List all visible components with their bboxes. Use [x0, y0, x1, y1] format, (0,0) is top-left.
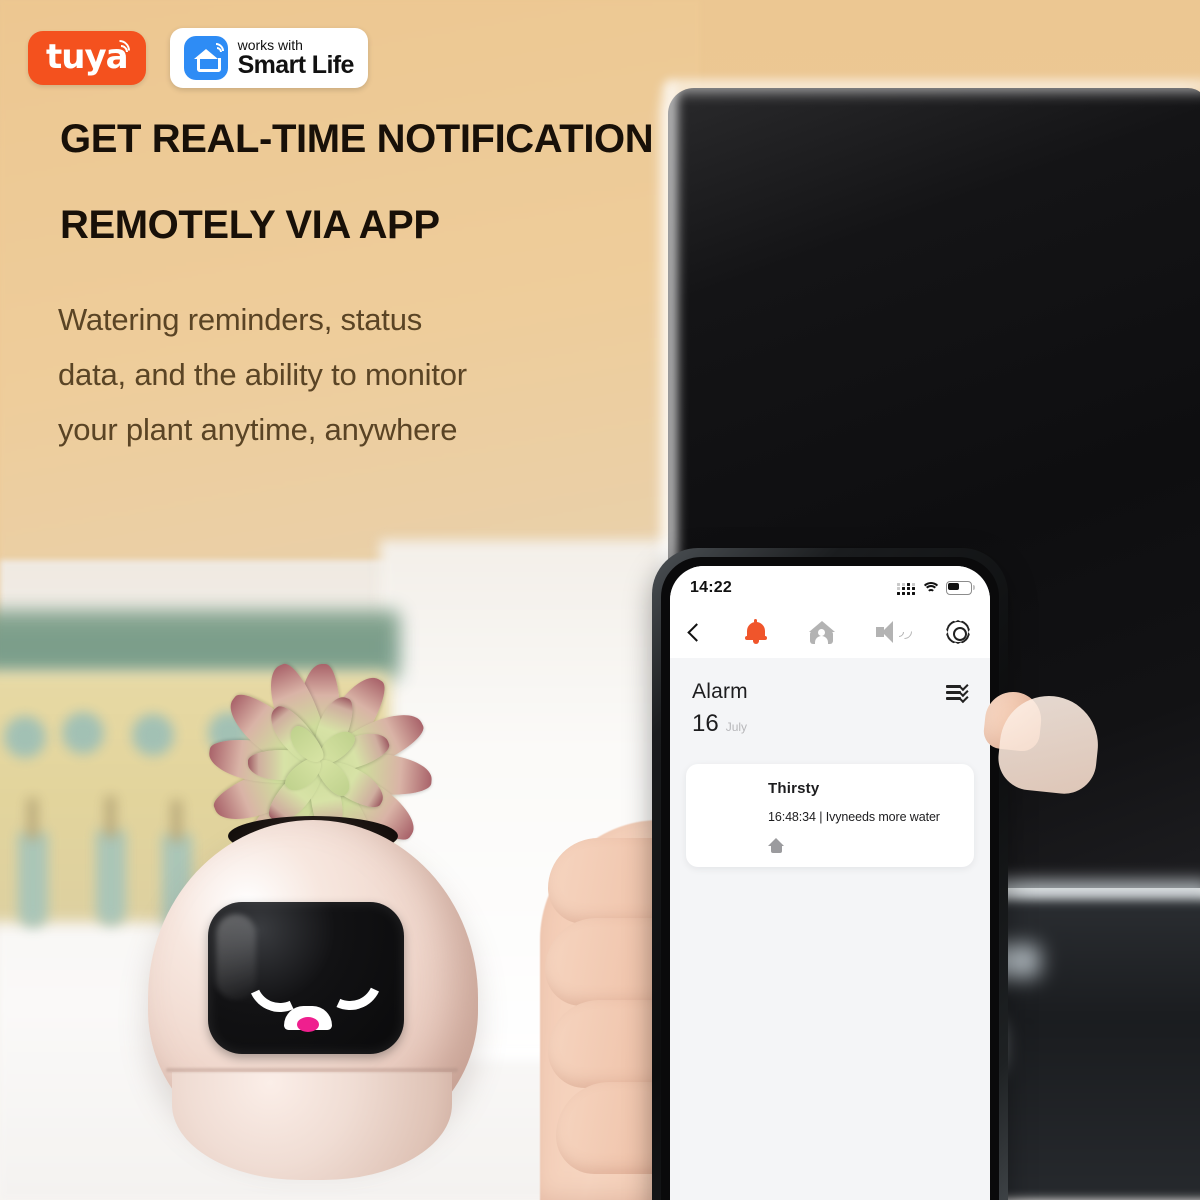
smart-life-text: works with Smart Life — [237, 36, 355, 80]
wifi-arc-icon — [104, 35, 134, 66]
status-bar: 14:22 — [670, 566, 990, 606]
filter-list-check-icon[interactable] — [946, 681, 969, 704]
page-title: Alarm — [692, 680, 748, 703]
page-subcopy: Watering reminders, status data, and the… — [58, 292, 467, 458]
alarm-page: Alarm 16 July Thirsty 16:48:34 | Ivyneed… — [670, 658, 990, 1200]
tuya-logo: tuya — [28, 31, 146, 85]
laptop-top-highlight — [668, 80, 1200, 100]
smart-life-label: Smart Life — [237, 51, 355, 80]
notification-title: Thirsty — [768, 780, 820, 797]
headline-line-2: REMOTELY VIA APP — [60, 203, 440, 247]
planter-face-screen — [208, 902, 404, 1054]
home-icon — [768, 838, 785, 853]
page-header: Alarm — [670, 658, 990, 704]
notification-footer — [768, 838, 960, 853]
headline-line-1: GET REAL-TIME NOTIFICATION — [60, 117, 654, 161]
brand-badges: tuya works with Smart Life — [28, 28, 368, 88]
gear-icon[interactable] — [946, 620, 970, 644]
date-month: July — [725, 720, 748, 734]
organizer-knob — [4, 716, 46, 758]
page-headline: GET REAL-TIME NOTIFICATION REMOTELY VIA … — [60, 117, 654, 247]
speaker-icon[interactable] — [876, 620, 916, 643]
smart-home-wifi-icon — [183, 36, 228, 80]
subcopy-line-2: data, and the ability to monitor — [58, 357, 467, 393]
works-with-smart-life-badge: works with Smart Life — [169, 28, 368, 88]
sad-eye-right-icon — [308, 936, 392, 1020]
promo-image: 14:22 Alarm 16 July Thirsty 16:48:34 | I… — [0, 0, 1200, 1200]
date-day: 16 — [692, 710, 719, 737]
planter-seam — [166, 1068, 458, 1072]
organizer-utensil — [18, 798, 48, 928]
status-clock: 14:22 — [690, 579, 732, 596]
works-with-label: works with — [237, 36, 303, 53]
bell-icon[interactable] — [744, 619, 767, 644]
cellular-signal-icon — [897, 582, 915, 595]
notification-body: Thirsty 16:48:34 | Ivyneeds more water — [768, 780, 960, 853]
organizer-knob — [62, 712, 104, 754]
wifi-icon — [920, 581, 941, 595]
planter-base — [172, 1072, 452, 1180]
notification-detail: 16:48:34 | Ivyneeds more water — [768, 810, 940, 824]
status-indicators — [897, 581, 975, 595]
app-nav-bar — [670, 606, 990, 658]
back-chevron-icon[interactable] — [687, 622, 706, 642]
battery-icon — [946, 581, 975, 595]
home-person-icon[interactable] — [808, 620, 835, 644]
sad-mouth-icon — [284, 1006, 332, 1032]
notification-card[interactable]: Thirsty 16:48:34 | Ivyneeds more water — [686, 764, 974, 867]
subcopy-line-1: Watering reminders, status — [58, 302, 423, 337]
smart-planter-device — [120, 620, 520, 1180]
smartphone: 14:22 Alarm 16 July Thirsty 16:48:34 | I… — [652, 548, 1008, 1200]
date-row: 16 July — [670, 704, 990, 738]
subcopy-line-3: your plant anytime, anywhere — [58, 412, 458, 448]
phone-screen: 14:22 Alarm 16 July Thirsty 16:48:34 | I… — [670, 566, 990, 1200]
